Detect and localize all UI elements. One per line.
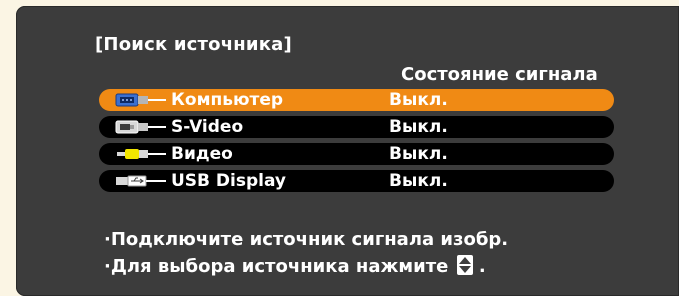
source-label: S-Video xyxy=(171,117,244,137)
up-down-arrow-icon xyxy=(456,255,473,275)
source-label: USB Display xyxy=(171,171,287,191)
signal-status-header: Состояние сигнала xyxy=(401,64,598,85)
source-label: Видео xyxy=(171,144,233,164)
video-rca-icon xyxy=(117,149,166,159)
help-note-select: ·Для выбора источника нажмите . xyxy=(104,253,508,280)
source-row-video[interactable]: Видео Выкл. xyxy=(99,143,614,165)
source-row-usb-display[interactable]: USB Display Выкл. xyxy=(99,170,614,192)
help-note-period: . xyxy=(478,256,486,277)
help-note-select-text: ·Для выбора источника нажмите xyxy=(104,256,449,277)
source-row-s-video[interactable]: S-Video Выкл. xyxy=(99,116,614,138)
help-notes: ·Подключите источник сигнала изобр. ·Для… xyxy=(104,226,508,280)
help-note-connect: ·Подключите источник сигнала изобр. xyxy=(104,229,509,250)
s-video-port-icon xyxy=(115,120,166,134)
panel-title: [Поиск источника] xyxy=(95,34,292,55)
source-label: Компьютер xyxy=(171,90,284,110)
source-status: Выкл. xyxy=(389,90,448,110)
usb-port-icon xyxy=(116,175,166,187)
source-status: Выкл. xyxy=(389,144,448,164)
source-status: Выкл. xyxy=(389,171,448,191)
source-status: Выкл. xyxy=(389,117,448,137)
source-search-panel: [Поиск источника] Состояние сигнала Комп… xyxy=(16,6,679,296)
computer-port-icon xyxy=(115,93,166,107)
source-row-computer[interactable]: Компьютер Выкл. xyxy=(99,89,614,111)
